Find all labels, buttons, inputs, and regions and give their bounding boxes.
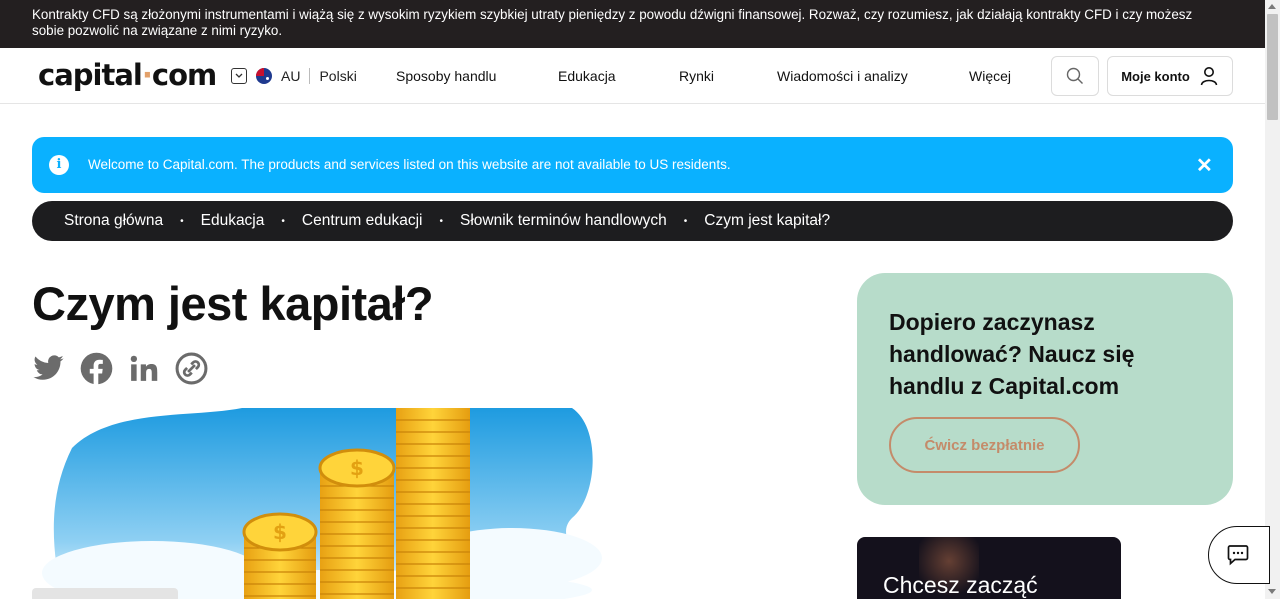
link-icon[interactable] [175, 352, 208, 385]
notice-text: Welcome to Capital.com. The products and… [88, 157, 731, 172]
svg-text:$: $ [273, 520, 287, 544]
linkedin-icon[interactable] [127, 352, 160, 385]
language-label[interactable]: Polski [319, 68, 356, 84]
start-trading-text: Chcesz zacząć [883, 572, 1038, 598]
scroll-up-arrow-icon[interactable] [1268, 4, 1276, 9]
breadcrumb-edukacja[interactable]: Edukacja [201, 212, 265, 230]
breadcrumb-separator: • [683, 215, 688, 227]
svg-text:$: $ [350, 456, 364, 480]
scrollbar-thumb[interactable] [1267, 14, 1278, 120]
page: Kontrakty CFD są złożonymi instrumentami… [0, 0, 1280, 599]
facebook-icon[interactable] [80, 352, 113, 385]
practice-free-button[interactable]: Ćwicz bezpłatnie [889, 417, 1080, 473]
user-icon [1200, 67, 1218, 86]
start-trading-card: Chcesz zacząć [857, 537, 1121, 599]
australia-flag-icon [256, 68, 272, 84]
breadcrumb-current: Czym jest kapitał? [704, 212, 831, 229]
nav-wiecej[interactable]: Więcej [969, 68, 1011, 84]
nav-rynki[interactable]: Rynki [679, 68, 714, 84]
article-hero-image: $ $ [32, 408, 632, 599]
close-icon[interactable]: ✕ [1196, 153, 1213, 178]
search-icon [1066, 67, 1083, 84]
chat-button[interactable] [1208, 526, 1270, 584]
logo[interactable]: capital·com [38, 58, 217, 92]
logo-left: capital [38, 58, 143, 92]
breadcrumb-separator: • [439, 215, 444, 227]
my-account-button[interactable]: Moje konto [1107, 56, 1233, 96]
us-residents-notice: i Welcome to Capital.com. The products a… [32, 137, 1233, 193]
region-selector[interactable]: AU Polski [231, 68, 357, 84]
promo-heading: Dopiero zaczynasz handlować? Naucz się h… [889, 309, 1135, 399]
nav-wiadomosci[interactable]: Wiadomości i analizy [777, 68, 908, 84]
learn-trading-card: Dopiero zaczynasz handlować? Naucz się h… [857, 273, 1233, 505]
breadcrumb-home[interactable]: Strona główna [64, 212, 163, 230]
my-account-label: Moje konto [1121, 68, 1190, 84]
risk-warning-banner: Kontrakty CFD są złożonymi instrumentami… [0, 0, 1265, 48]
divider [309, 68, 311, 84]
twitter-icon[interactable] [32, 352, 65, 385]
chevron-down-icon[interactable] [231, 68, 247, 84]
breadcrumb: Strona główna • Edukacja • Centrum eduka… [32, 201, 1233, 241]
breadcrumb-centrum-edukacji[interactable]: Centrum edukacji [302, 212, 423, 230]
breadcrumb-separator: • [180, 215, 184, 227]
search-button[interactable] [1051, 56, 1099, 96]
page-title: Czym jest kapitał? [32, 277, 434, 330]
logo-dot: · [141, 58, 153, 92]
nav-edukacja[interactable]: Edukacja [558, 68, 616, 84]
scroll-down-arrow-icon[interactable] [1268, 589, 1276, 594]
logo-right: com [151, 58, 217, 92]
breadcrumb-separator: • [281, 215, 285, 227]
info-icon: i [49, 155, 69, 175]
nav-sposoby-handlu[interactable]: Sposoby handlu [396, 68, 496, 84]
chat-icon [1227, 545, 1249, 566]
risk-warning-text: Kontrakty CFD są złożonymi instrumentami… [32, 7, 1193, 38]
breadcrumb-slownik[interactable]: Słownik terminów handlowych [460, 212, 667, 230]
site-header: capital·com AU Polski Sposoby handlu Edu… [0, 48, 1265, 104]
region-code: AU [281, 68, 301, 84]
